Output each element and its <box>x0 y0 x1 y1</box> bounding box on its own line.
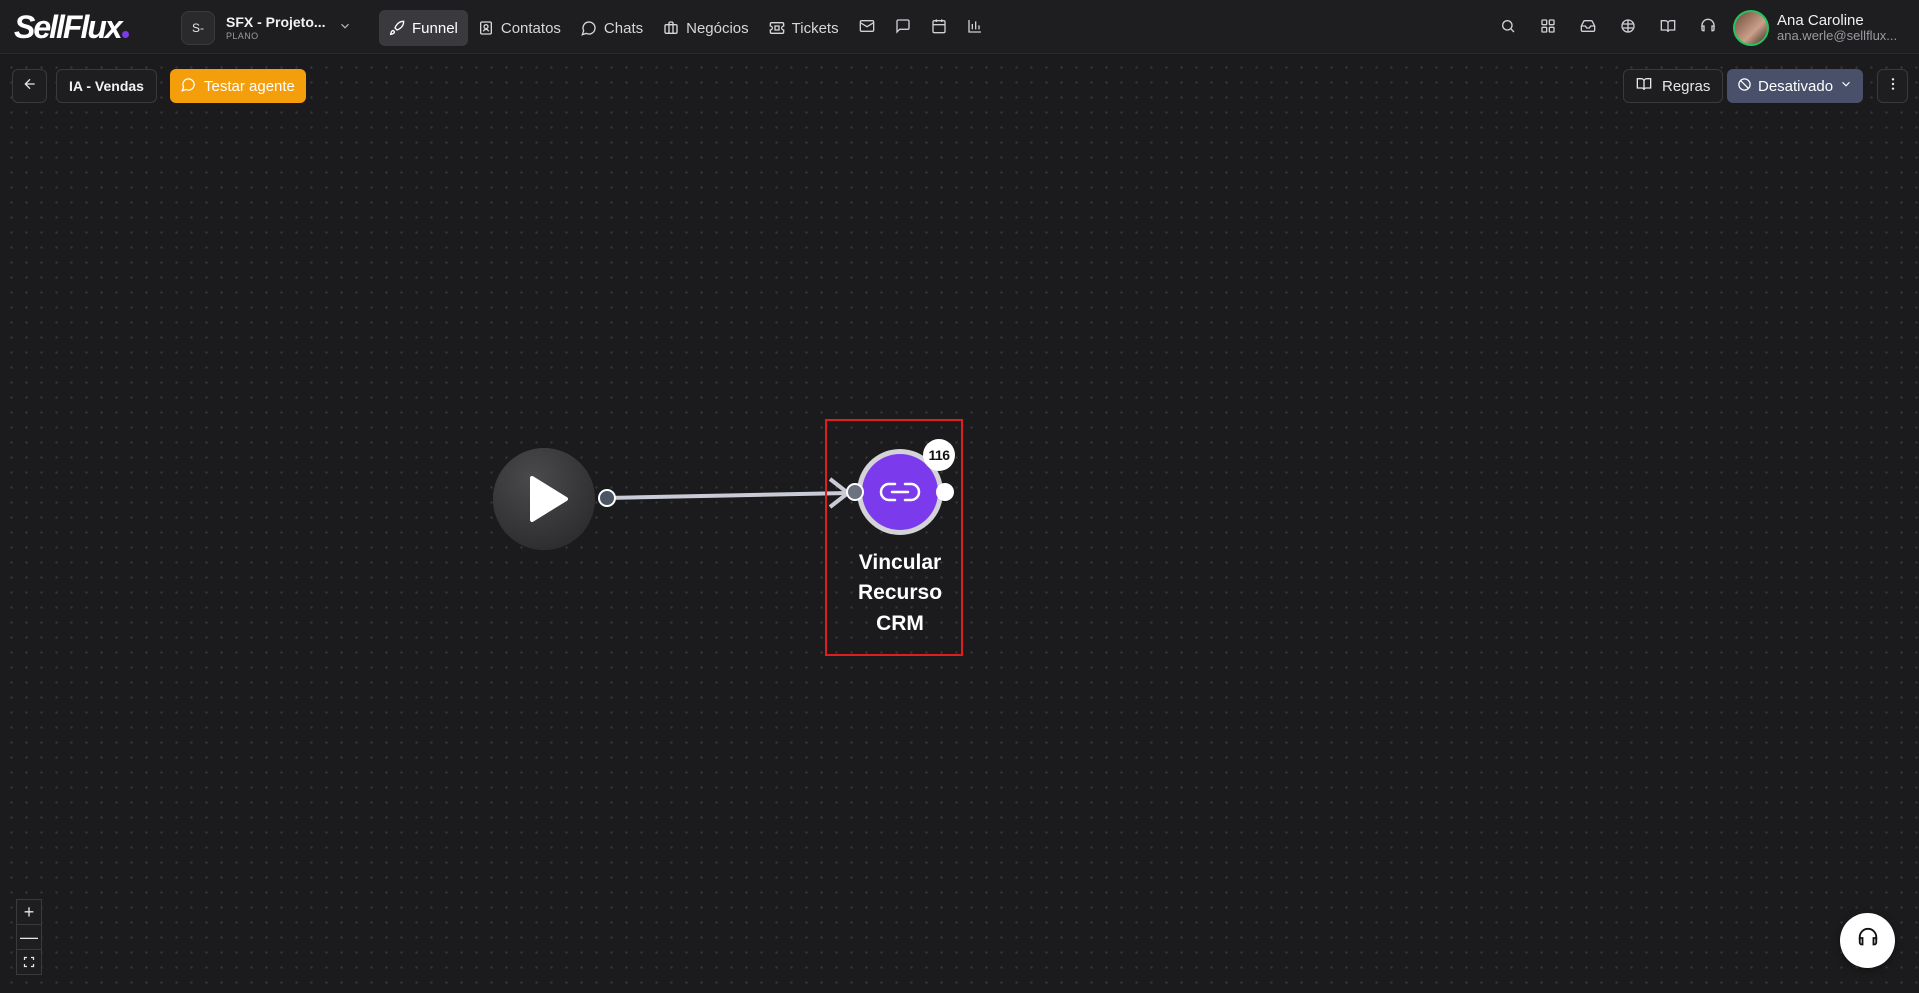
selection-highlight <box>825 419 963 656</box>
start-output-handle[interactable] <box>598 489 616 507</box>
flow-edge[interactable] <box>606 491 849 500</box>
zoom-in-button[interactable]: + <box>16 899 42 925</box>
fit-view-button[interactable] <box>16 949 42 975</box>
zoom-controls: + — <box>16 899 42 975</box>
support-chat-button[interactable] <box>1840 913 1895 968</box>
fullscreen-icon <box>23 952 35 973</box>
start-node[interactable] <box>493 448 595 550</box>
zoom-out-button[interactable]: — <box>16 924 42 950</box>
headset-icon <box>1857 927 1879 954</box>
